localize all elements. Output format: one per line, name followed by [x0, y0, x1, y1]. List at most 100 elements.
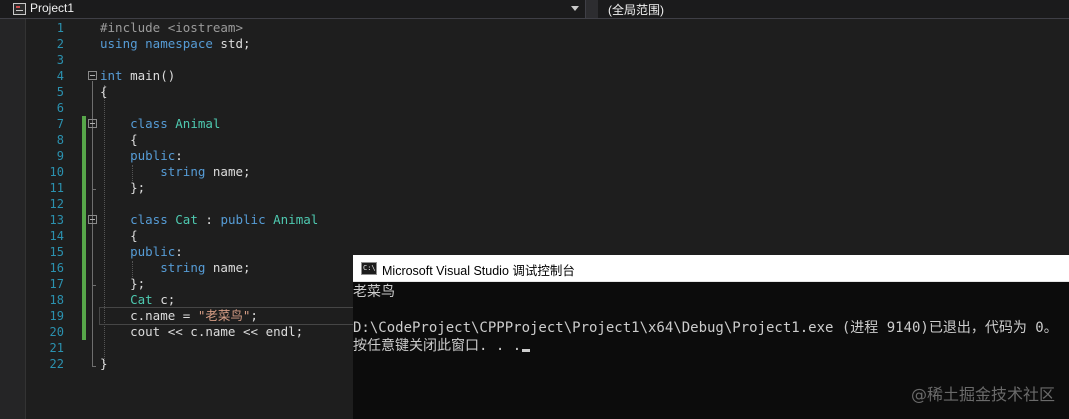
code-token: { — [100, 228, 138, 243]
scope-label: (全局范围) — [608, 3, 664, 17]
code-line[interactable] — [100, 196, 360, 212]
console-app-icon — [361, 262, 377, 275]
project-name: Project1 — [30, 1, 75, 15]
console-output-line: 老菜鸟 — [353, 284, 395, 300]
code-line[interactable]: }; — [100, 180, 360, 196]
code-token: { — [100, 84, 108, 99]
scope-dropdown[interactable]: (全局范围) — [598, 0, 1069, 18]
line-number: 6 — [56, 101, 64, 115]
line-number-gutter: 1 2 3 4 5 6 7 8 9 10 11 12 13 14 15 16 17 18 19 20 21 22 — [26, 20, 64, 372]
debug-console-window[interactable]: Microsoft Visual Studio 调试控制台 老菜鸟 D:\Cod… — [353, 255, 1069, 419]
line-number: 4 — [56, 69, 64, 83]
code-token: }; — [100, 276, 146, 291]
code-line[interactable]: cout << c.name << endl; — [100, 324, 360, 340]
code-line[interactable]: }; — [100, 276, 360, 292]
code-line[interactable] — [100, 100, 360, 116]
console-output-line: 按任意键关闭此窗口. . . — [353, 337, 531, 355]
code-token: string — [160, 260, 206, 275]
console-title-bar[interactable]: Microsoft Visual Studio 调试控制台 — [353, 255, 1069, 282]
code-token: string — [160, 164, 206, 179]
code-token: : — [197, 212, 221, 227]
code-token: }; — [100, 180, 146, 195]
code-token: Animal — [273, 212, 319, 227]
code-token: cout << c.name << endl; — [100, 324, 304, 339]
collapse-icon[interactable] — [88, 215, 97, 224]
code-token: c.name = — [100, 308, 198, 323]
line-number: 20 — [49, 325, 64, 339]
navigation-bar: Project1 (全局范围) — [0, 0, 1069, 19]
code-line[interactable]: public: — [100, 244, 360, 260]
code-token: using namespace — [100, 36, 213, 51]
code-token: : — [175, 244, 183, 259]
line-number: 12 — [49, 197, 64, 211]
code-line[interactable]: int main() — [100, 68, 360, 84]
console-output-line: D:\CodeProject\CPPProject\Project1\x64\D… — [353, 320, 1058, 336]
fold-end-marker — [92, 366, 96, 367]
code-line[interactable]: #include <iostream> — [100, 20, 360, 36]
line-number: 9 — [56, 149, 64, 163]
editor-margin — [0, 19, 26, 419]
console-output-area[interactable]: 老菜鸟 D:\CodeProject\CPPProject\Project1\x… — [353, 282, 1069, 419]
code-line[interactable]: } — [100, 356, 360, 372]
collapse-icon[interactable] — [88, 71, 97, 80]
code-token: } — [100, 356, 108, 371]
code-token: int — [100, 68, 123, 83]
code-line[interactable] — [100, 340, 360, 356]
line-number: 1 — [56, 21, 64, 35]
code-line[interactable]: string name; — [100, 164, 360, 180]
chevron-down-icon[interactable] — [571, 6, 579, 11]
line-number: 3 — [56, 53, 64, 67]
line-number: 10 — [49, 165, 64, 179]
code-token: public — [220, 212, 266, 227]
code-token: #include <iostream> — [100, 20, 243, 35]
code-token: Cat — [130, 292, 153, 307]
code-token: "老菜鸟" — [197, 308, 251, 323]
line-number: 2 — [56, 37, 64, 51]
code-token: public — [130, 148, 176, 163]
line-number: 8 — [56, 133, 64, 147]
project-dropdown[interactable]: Project1 — [0, 0, 586, 18]
code-line[interactable]: class Cat : public Animal — [100, 212, 360, 228]
fold-end-marker — [92, 285, 96, 286]
code-token: ; — [250, 308, 258, 323]
code-token: c; — [152, 292, 176, 307]
line-number: 5 — [56, 85, 64, 99]
code-line[interactable] — [100, 52, 360, 68]
code-line[interactable]: using namespace std; — [100, 36, 360, 52]
code-token: Animal — [175, 116, 221, 131]
line-number: 11 — [49, 181, 64, 195]
code-line[interactable]: string name; — [100, 260, 360, 276]
code-line[interactable]: { — [100, 132, 360, 148]
line-number: 15 — [49, 245, 64, 259]
line-number: 7 — [56, 117, 64, 131]
code-line[interactable]: c.name = "老菜鸟"; — [99, 307, 355, 325]
fold-end-marker — [92, 189, 96, 190]
code-line[interactable]: { — [100, 84, 360, 100]
code-line[interactable]: public: — [100, 148, 360, 164]
code-token: class — [130, 116, 168, 131]
code-token: Cat — [175, 212, 198, 227]
collapse-icon[interactable] — [88, 119, 97, 128]
code-token: std; — [212, 36, 251, 51]
watermark: @稀土掘金技术社区 — [910, 385, 1055, 404]
code-token: class — [130, 212, 168, 227]
console-prompt-text: 按任意键关闭此窗口. . . — [353, 338, 522, 354]
code-token: name; — [205, 260, 251, 275]
code-text-area[interactable]: #include <iostream> using namespace std; i… — [99, 20, 360, 372]
code-line[interactable]: class Animal — [100, 116, 360, 132]
console-title: Microsoft Visual Studio 调试控制台 — [382, 264, 575, 278]
code-token: public — [130, 244, 176, 259]
change-indicator-bar — [82, 116, 86, 340]
code-token: : — [175, 148, 183, 163]
code-line[interactable]: { — [100, 228, 360, 244]
line-number: 13 — [49, 213, 64, 227]
code-line[interactable]: Cat c; — [100, 292, 360, 308]
